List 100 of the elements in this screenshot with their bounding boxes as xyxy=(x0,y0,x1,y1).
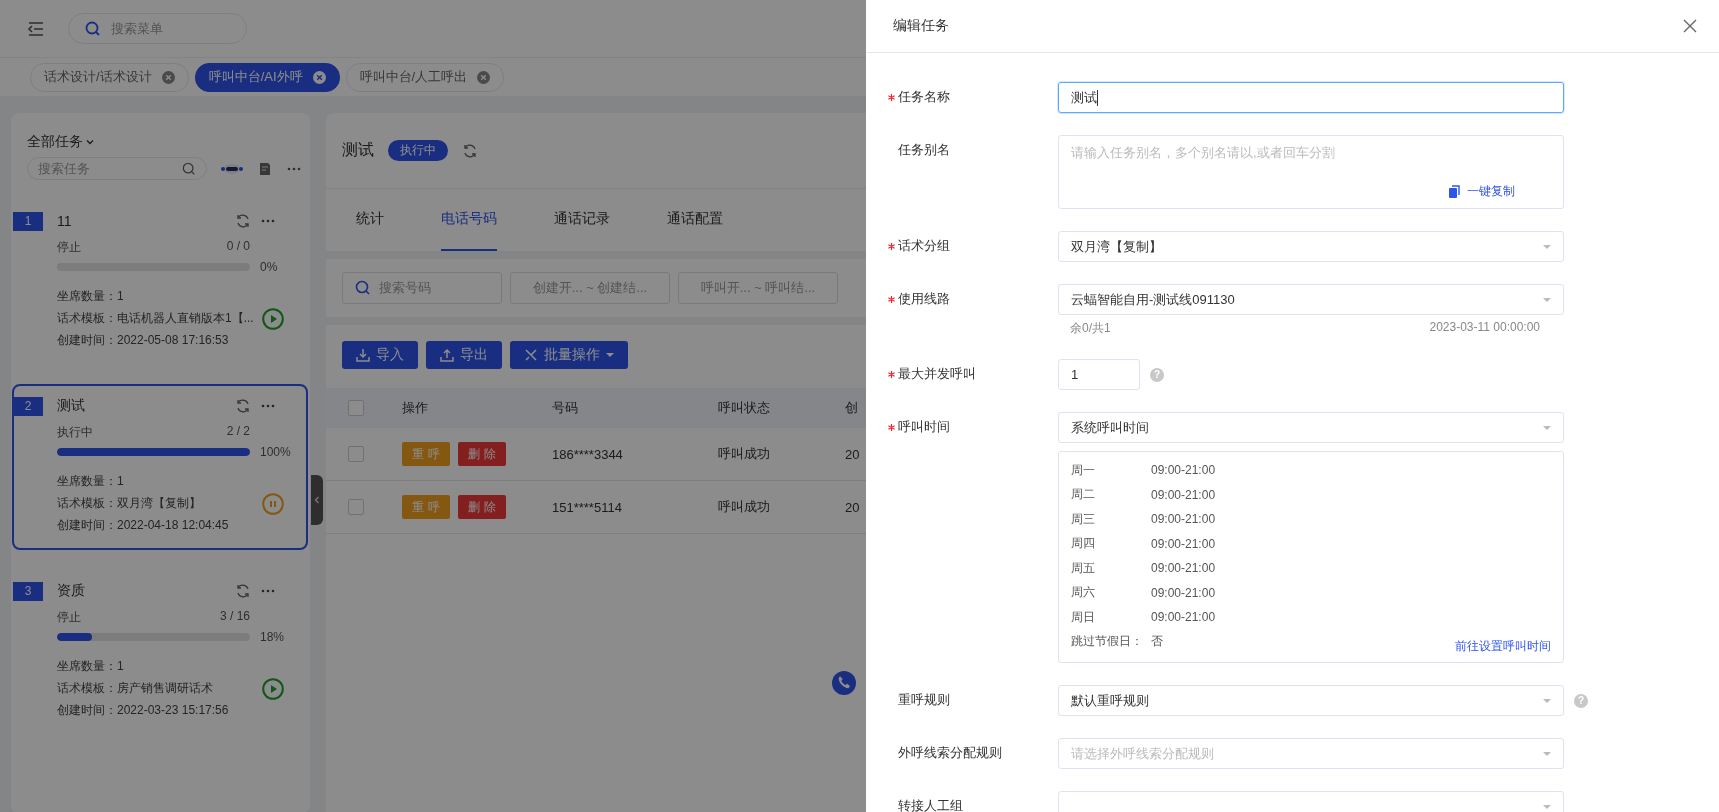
task-name: 11 xyxy=(57,213,73,229)
table-cell: 呼叫成功 xyxy=(718,499,770,514)
detail-tab[interactable]: 通话记录 xyxy=(554,189,610,251)
collapse-handle[interactable] xyxy=(311,475,323,525)
delete-button[interactable]: 删 除 xyxy=(458,495,506,519)
close-icon[interactable] xyxy=(477,70,491,84)
concurrency-field[interactable]: 1 xyxy=(1058,359,1140,390)
redial-button[interactable]: 重 呼 xyxy=(402,495,450,519)
task-status: 执行中 xyxy=(57,424,93,441)
toolbar-button[interactable]: 导入 xyxy=(342,341,418,369)
refresh-icon[interactable] xyxy=(462,142,478,159)
task-card[interactable]: 2 测试 执行中 2 / 2 100% 坐席数量：1 话术模板：双月湾【复制】 创建时间：2022-04-18 12:04:45 xyxy=(12,384,308,550)
row-checkbox[interactable] xyxy=(348,446,364,462)
status-badge: 执行中 xyxy=(388,140,448,161)
select-all-checkbox[interactable] xyxy=(348,400,364,416)
weekday: 周一 xyxy=(1071,461,1096,479)
task-number: 3 xyxy=(13,581,43,601)
call-hours: 09:00-21:00 xyxy=(1151,610,1216,625)
script-template: 话术模板：双月湾【复制】 xyxy=(57,495,202,512)
table-cell: 呼叫成功 xyxy=(718,446,770,461)
search-icon xyxy=(182,161,196,176)
task-card[interactable]: 1 11 停止 0 / 0 0% 坐席数量：1 话术模板：电话机器人直销版本1【... 创建时间：2022-05-08 17:16:53 xyxy=(12,199,308,365)
page-tab[interactable]: 呼叫中台/人工呼出 xyxy=(345,62,505,92)
close-icon[interactable] xyxy=(161,70,175,84)
caret-icon xyxy=(1543,802,1551,811)
field-label: 任务名称 xyxy=(898,88,950,106)
menu-fold-icon[interactable] xyxy=(27,19,45,38)
created-time: 创建时间：2022-04-18 12:04:45 xyxy=(57,517,230,534)
weekday: 周六 xyxy=(1071,584,1096,602)
select-field[interactable]: 请选择外呼线索分配规则 xyxy=(1058,738,1564,769)
chevron-down-icon xyxy=(86,138,94,146)
detail-tab[interactable]: 通话配置 xyxy=(667,189,723,251)
page-tab[interactable]: 呼叫中台/AI外呼 xyxy=(194,62,340,92)
refresh-icon[interactable] xyxy=(235,583,251,599)
detail-tab[interactable]: 统计 xyxy=(356,189,384,251)
holiday-value: 否 xyxy=(1151,633,1163,651)
created-time: 创建时间：2022-03-23 15:17:56 xyxy=(57,702,230,719)
weekday: 周五 xyxy=(1071,559,1096,577)
weekday: 周四 xyxy=(1071,535,1096,553)
select-field[interactable]: 云蝠智能自用-测试线091130 xyxy=(1058,284,1564,315)
field-label: 外呼线索分配规则 xyxy=(898,744,1002,762)
task-count: 2 / 2 xyxy=(226,424,250,440)
field-label: 任务别名 xyxy=(898,141,950,159)
task-number: 1 xyxy=(13,211,43,231)
script-template: 话术模板：房产销售调研话术 xyxy=(57,680,214,697)
task-count: 3 / 16 xyxy=(219,609,250,625)
download-icon xyxy=(356,348,370,362)
task-number: 2 xyxy=(13,396,43,416)
weekday: 周日 xyxy=(1071,608,1096,626)
redial-button[interactable]: 重 呼 xyxy=(402,442,450,466)
call-hours: 09:00-21:00 xyxy=(1151,463,1216,478)
task-count: 0 / 0 xyxy=(226,239,250,255)
table-cell: 20 xyxy=(845,446,860,462)
field-label: 重呼规则 xyxy=(898,691,950,709)
column-header: 操作 xyxy=(402,400,428,415)
call-hours: 09:00-21:00 xyxy=(1151,487,1216,502)
select-field[interactable]: 双月湾【复制】 xyxy=(1058,231,1564,262)
notes-icon[interactable] xyxy=(257,160,273,177)
task-status: 停止 xyxy=(57,609,81,626)
refresh-icon[interactable] xyxy=(235,398,251,414)
search-icon xyxy=(355,280,371,296)
toolbar-button[interactable]: 导出 xyxy=(426,341,502,369)
detail-tab[interactable]: 电话号码 xyxy=(441,189,497,251)
weekday: 周二 xyxy=(1071,486,1096,504)
field-label: 最大并发呼叫 xyxy=(898,365,976,383)
close-icon[interactable] xyxy=(1683,19,1697,33)
call-hours: 09:00-21:00 xyxy=(1151,585,1216,600)
play-icon[interactable] xyxy=(262,677,284,700)
caret-icon xyxy=(1543,423,1551,432)
caret-icon xyxy=(1543,242,1551,251)
task-name: 测试 xyxy=(57,397,86,415)
script-template: 话术模板：电话机器人直销版本1【... xyxy=(57,310,255,327)
field-label: 呼叫时间 xyxy=(898,418,950,436)
table-cell: 20 xyxy=(845,499,860,515)
tools-icon xyxy=(524,348,538,362)
column-header: 呼叫状态 xyxy=(718,400,770,415)
progress-percent: 100% xyxy=(260,445,291,459)
task-card[interactable]: 3 资质 停止 3 / 16 18% 坐席数量：1 话术模板：房产销售调研话术 创建时间：2022-03-23 15:17:56 xyxy=(12,569,308,735)
row-checkbox[interactable] xyxy=(348,499,364,515)
holiday-label: 跳过节假日： xyxy=(1071,633,1144,651)
pause-icon[interactable] xyxy=(262,492,284,515)
close-icon[interactable] xyxy=(312,70,326,84)
task-filter-dropdown[interactable]: 全部任务 xyxy=(11,133,94,151)
upload-icon xyxy=(440,348,454,362)
copy-link[interactable]: 一键复制 xyxy=(1448,183,1515,200)
refresh-icon[interactable] xyxy=(235,213,251,229)
task-name-field[interactable]: 测试 xyxy=(1058,82,1564,113)
select-field[interactable]: 默认重呼规则 xyxy=(1058,685,1564,716)
set-call-time-link[interactable]: 前往设置呼叫时间 xyxy=(1455,637,1551,655)
seat-count: 坐席数量：1 xyxy=(57,473,125,490)
play-icon[interactable] xyxy=(262,307,284,330)
line-expiry: 2023-03-11 00:00:00 xyxy=(1429,320,1540,336)
select-field[interactable]: 系统呼叫时间 xyxy=(1058,412,1564,443)
page-tab[interactable]: 话术设计/话术设计 xyxy=(30,62,189,92)
column-header: 创 xyxy=(845,400,858,415)
caret-icon xyxy=(1543,295,1551,304)
batch-dropdown-button[interactable]: 批量操作 xyxy=(510,341,628,369)
search-icon xyxy=(85,20,101,37)
robot-icon[interactable] xyxy=(221,162,243,175)
delete-button[interactable]: 删 除 xyxy=(458,442,506,466)
